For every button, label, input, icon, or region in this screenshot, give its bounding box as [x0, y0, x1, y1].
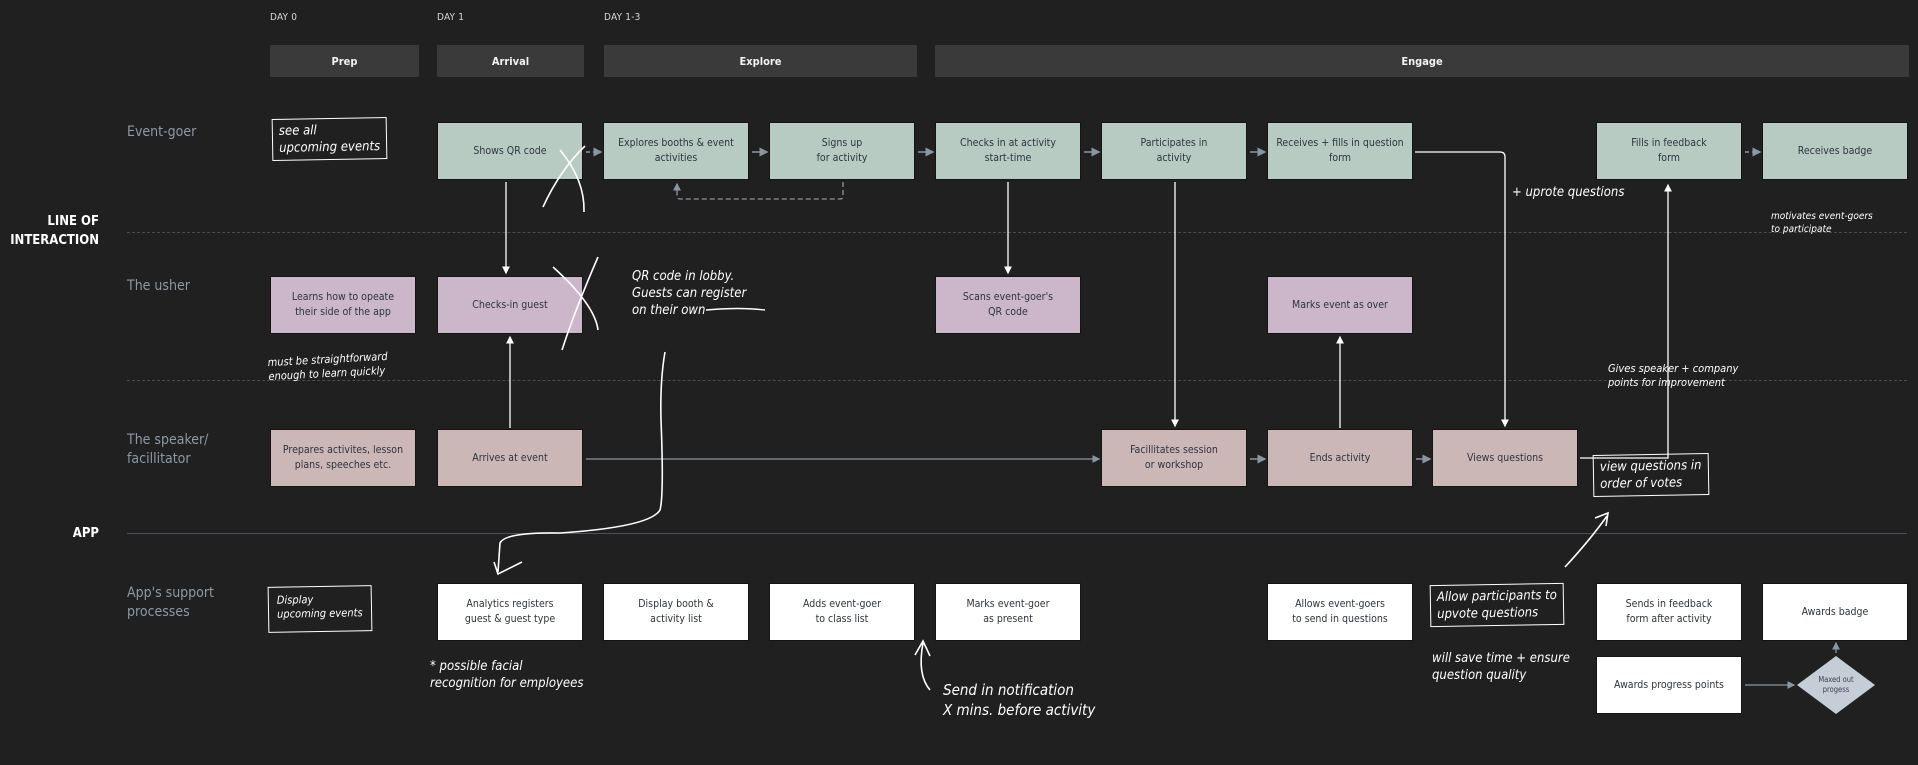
- arrow-question-to-views: [1415, 151, 1509, 428]
- step-checks-in-activity[interactable]: Checks in at activity start-time: [935, 122, 1081, 180]
- step-receives-badge[interactable]: Receives badge: [1762, 122, 1908, 180]
- step-explores-booths[interactable]: Explores booths & event activities: [603, 122, 749, 180]
- phase-engage: Engage: [935, 45, 1909, 77]
- day-label-1-3: DAY 1-3: [604, 12, 641, 23]
- note-qr-lobby: QR code in lobby. Guests can register on…: [632, 269, 747, 318]
- note-allow-upvote: Allow participants to upvote questions: [1429, 582, 1565, 628]
- step-signs-up[interactable]: Signs up for activity: [769, 122, 915, 180]
- step-views-questions[interactable]: Views questions: [1432, 429, 1578, 487]
- step-adds-class-list[interactable]: Adds event-goer to class list: [769, 583, 915, 641]
- app-divider: [127, 533, 1907, 534]
- app-section-label: APP: [72, 526, 99, 541]
- decision-maxed-out[interactable]: Maxed out progess: [1796, 655, 1876, 715]
- note-view-votes: view questions in order of votes: [1592, 452, 1710, 498]
- lane-usher: The usher: [127, 278, 190, 294]
- step-marks-over[interactable]: Marks event as over: [1267, 276, 1413, 334]
- arrow-views-to-feedback: [1580, 183, 1672, 459]
- step-marks-present[interactable]: Marks event-goer as present: [935, 583, 1081, 641]
- phase-prep: Prep: [270, 45, 419, 77]
- step-sends-feedback[interactable]: Sends in feedback form after activity: [1596, 583, 1742, 641]
- phase-arrival: Arrival: [437, 45, 584, 77]
- lane-support: App's support processes: [127, 585, 214, 620]
- step-facilitates[interactable]: Facillitates session or workshop: [1101, 429, 1247, 487]
- day-label-0: DAY 0: [270, 12, 298, 23]
- step-awards-badge[interactable]: Awards badge: [1762, 583, 1908, 641]
- phase-explore: Explore: [604, 45, 917, 77]
- step-question-form[interactable]: Receives + fills in question form: [1267, 122, 1413, 180]
- step-shows-qr-code[interactable]: Shows QR code: [437, 122, 583, 180]
- decision-label: Maxed out progess: [1818, 675, 1854, 694]
- note-gives-speaker: Gives speaker + company points for impro…: [1608, 362, 1739, 389]
- step-feedback-form[interactable]: Fills in feedback form: [1596, 122, 1742, 180]
- step-ends-activity[interactable]: Ends activity: [1267, 429, 1413, 487]
- note-notification: Send in notification X mins. before acti…: [943, 681, 1096, 719]
- line-of-interaction-divider: [127, 232, 1907, 233]
- step-display-booth[interactable]: Display booth & activity list: [603, 583, 749, 641]
- step-learns-app[interactable]: Learns how to opeate their side of the a…: [270, 276, 416, 334]
- step-scans-qr[interactable]: Scans event-goer's QR code: [935, 276, 1081, 334]
- step-prepares[interactable]: Prepares activites, lesson plans, speech…: [270, 429, 416, 487]
- hand-arrow-upvote-to-votes: [1564, 511, 1610, 568]
- step-progress-points[interactable]: Awards progress points: [1596, 656, 1742, 714]
- step-analytics[interactable]: Analytics registers guest & guest type: [437, 583, 583, 641]
- loop-signup-to-explore: [673, 182, 844, 200]
- note-save-time: will save time + ensure question quality: [1432, 651, 1570, 683]
- step-checks-in-guest[interactable]: Checks-in guest: [437, 276, 583, 334]
- lane-event-goer: Event-goer: [127, 124, 197, 140]
- note-display-upcoming: Display upcoming events: [267, 585, 372, 633]
- lane-speaker: The speaker/ facillitator: [127, 432, 209, 467]
- line-of-interaction-label: LINE OF INTERACTION: [10, 214, 99, 248]
- step-participates[interactable]: Participates in activity: [1101, 122, 1247, 180]
- hand-arrow-notification: [914, 639, 931, 691]
- note-uprote-questions: + uprote questions: [1512, 185, 1625, 200]
- step-arrives[interactable]: Arrives at event: [437, 429, 583, 487]
- note-motivates: motivates event-goers to participate: [1771, 211, 1873, 235]
- note-see-all-events: see all upcoming events: [271, 116, 388, 162]
- note-straightforward: must be straightforward enough to learn …: [267, 349, 388, 384]
- note-facial-recognition: * possible facial recognition for employ…: [430, 659, 584, 691]
- day-label-1: DAY 1: [437, 12, 465, 23]
- step-allows-questions[interactable]: Allows event-goers to send in questions: [1267, 583, 1413, 641]
